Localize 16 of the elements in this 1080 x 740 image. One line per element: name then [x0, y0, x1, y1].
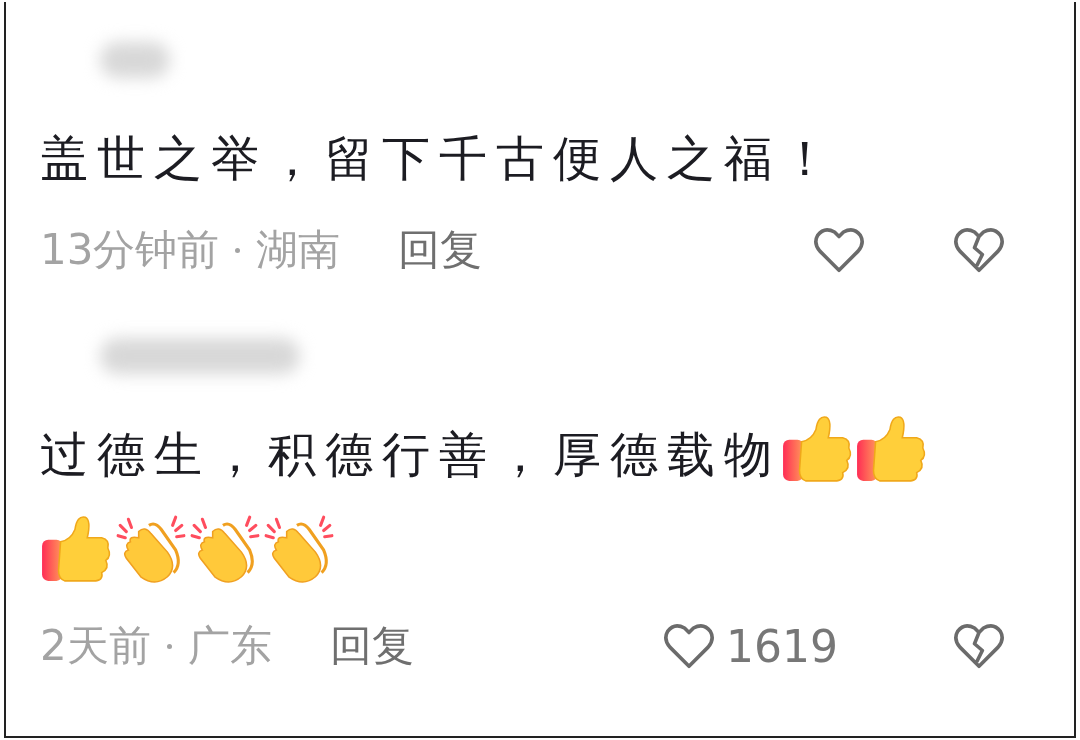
blurred-username — [100, 42, 170, 78]
like-icon[interactable] — [662, 621, 716, 671]
comment-text: 盖世之举，留下千古便人之福！ — [40, 130, 838, 186]
broken-heart-icon[interactable] — [952, 621, 1006, 671]
like-count: 1619 — [726, 620, 839, 672]
broken-heart-icon[interactable] — [952, 225, 1006, 275]
comment-region: 广东 — [187, 620, 272, 672]
reply-button[interactable]: 回复 — [398, 222, 483, 278]
separator-dot — [235, 247, 241, 253]
comment-text: 过德生，积德行善，厚德载物 — [40, 426, 781, 482]
comment-region: 湖南 — [256, 224, 341, 276]
separator-dot — [166, 643, 172, 649]
comment-time: 2天前 — [40, 620, 151, 672]
like-icon[interactable] — [812, 225, 866, 275]
comment-time: 13分钟前 — [40, 224, 220, 276]
reply-button[interactable]: 回复 — [329, 618, 414, 674]
